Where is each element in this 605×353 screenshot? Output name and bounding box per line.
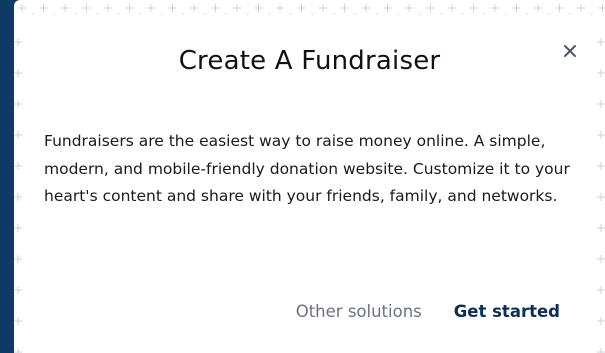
fundraiser-dialog: Create A Fundraiser Fundraisers are the …: [14, 0, 605, 353]
other-solutions-button[interactable]: Other solutions: [296, 302, 422, 321]
dialog-title: Create A Fundraiser: [178, 46, 441, 76]
plus-mark: [512, 4, 521, 12]
plus-mark: [491, 4, 499, 12]
plus-mark: [597, 162, 605, 170]
dot-mark: [96, 13, 99, 15]
dot-mark: [311, 13, 314, 15]
dot-mark: [483, 13, 486, 15]
plus-mark: [276, 4, 284, 12]
dot-mark: [375, 13, 378, 15]
dot-mark: [268, 13, 271, 15]
plus-mark: [14, 131, 22, 139]
plus-mark: [319, 4, 327, 12]
dot-mark: [246, 13, 249, 15]
plus-mark: [14, 38, 22, 46]
plus-mark: [597, 255, 605, 263]
plus-mark: [147, 4, 155, 12]
dot-mark: [504, 13, 507, 15]
plus-mark: [597, 286, 605, 294]
dot-mark: [440, 13, 443, 15]
dot-mark: [225, 13, 228, 15]
get-started-button[interactable]: Get started: [454, 302, 560, 321]
dot-mark: [547, 13, 550, 15]
plus-mark: [597, 100, 605, 108]
plus-mark: [168, 4, 177, 12]
plus-mark: [469, 4, 478, 12]
plus-mark: [340, 4, 349, 12]
plus-mark: [254, 4, 263, 12]
plus-mark: [14, 193, 22, 201]
plus-mark: [14, 162, 22, 170]
plus-mark: [597, 224, 605, 232]
dialog-description: Fundraisers are the easiest way to raise…: [44, 132, 570, 206]
plus-mark: [597, 131, 605, 139]
plus-mark: [597, 38, 605, 46]
plus-mark: [597, 193, 605, 201]
plus-mark: [14, 100, 22, 108]
plus-mark: [18, 4, 26, 12]
dialog-actions: Other solutions Get started: [296, 302, 560, 321]
dot-mark: [418, 13, 421, 15]
plus-mark: [448, 4, 456, 12]
dot-mark: [590, 13, 593, 15]
plus-mark: [297, 4, 306, 12]
plus-mark: [577, 4, 585, 12]
dot-mark: [160, 13, 163, 15]
dot-mark: [53, 13, 56, 15]
plus-mark: [233, 4, 241, 12]
dot-mark: [397, 13, 400, 15]
dot-mark: [354, 13, 357, 15]
dot-mark: [203, 13, 206, 15]
plus-mark: [555, 4, 564, 12]
dot-mark: [332, 13, 335, 15]
plus-mark: [104, 4, 112, 12]
plus-mark: [14, 224, 22, 232]
plus-mark: [14, 286, 22, 294]
plus-mark: [426, 4, 435, 12]
dot-mark: [139, 13, 142, 15]
plus-mark: [405, 4, 413, 12]
dot-mark: [182, 13, 185, 15]
plus-mark: [534, 4, 542, 12]
plus-mark: [14, 348, 22, 353]
dot-mark: [526, 13, 529, 15]
dot-mark: [289, 13, 292, 15]
plus-mark: [597, 317, 605, 325]
plus-mark: [61, 4, 69, 12]
plus-mark: [362, 4, 370, 12]
dot-mark: [117, 13, 120, 15]
plus-mark: [125, 4, 134, 12]
plus-mark: [383, 4, 392, 12]
plus-mark: [82, 4, 91, 12]
plus-mark: [190, 4, 198, 12]
dot-mark: [31, 13, 34, 15]
plus-mark: [211, 4, 220, 12]
dot-mark: [461, 13, 464, 15]
plus-mark: [598, 4, 605, 12]
dot-mark: [569, 13, 572, 15]
plus-mark: [14, 255, 22, 263]
plus-mark: [597, 348, 605, 353]
plus-mark: [39, 4, 48, 12]
dot-mark: [74, 13, 77, 15]
plus-mark: [14, 317, 22, 325]
